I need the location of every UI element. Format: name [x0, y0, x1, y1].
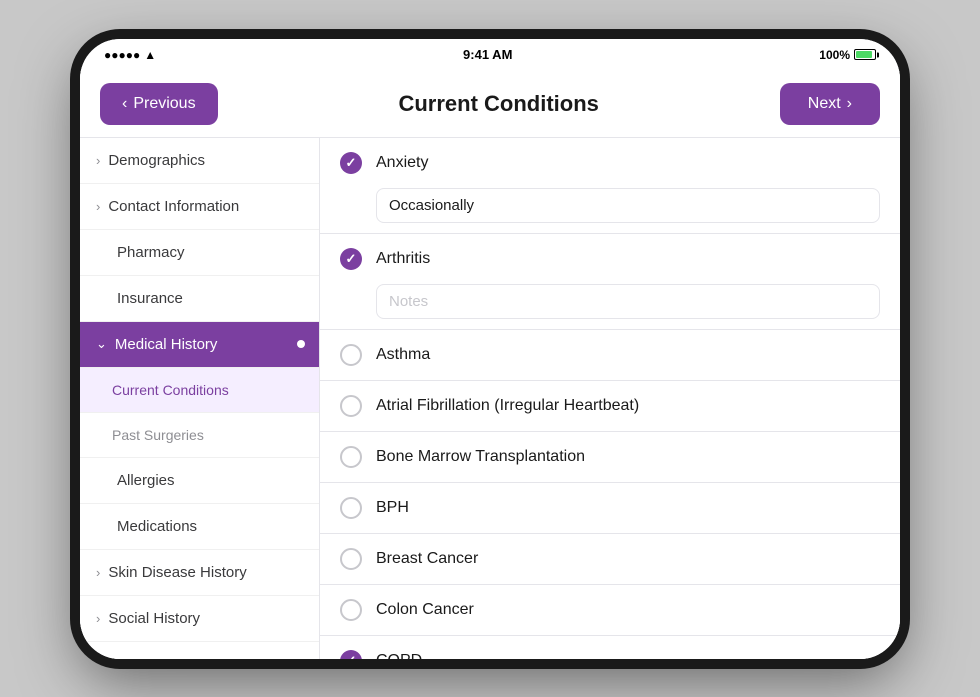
radio-unchecked-atrial-fib[interactable] [340, 395, 362, 417]
sidebar-item-allergies[interactable]: Allergies [80, 458, 319, 504]
condition-row: BPH [320, 483, 900, 533]
main-content: Anxiety Occasionally Arthritis [320, 138, 900, 659]
chevron-icon: › [96, 199, 100, 214]
sidebar: › Demographics › Contact Information Pha… [80, 138, 320, 659]
condition-label: Breast Cancer [376, 550, 478, 568]
condition-item-bone-marrow: Bone Marrow Transplantation [320, 432, 900, 483]
sidebar-item-label: Past Surgeries [112, 427, 204, 443]
condition-row: Colon Cancer [320, 585, 900, 635]
condition-item-copd: COPD [320, 636, 900, 659]
battery-icon [854, 49, 876, 60]
condition-label: Atrial Fibrillation (Irregular Heartbeat… [376, 397, 639, 415]
anxiety-notes-value: Occasionally [376, 188, 880, 223]
condition-label: BPH [376, 499, 409, 517]
content-area: › Demographics › Contact Information Pha… [80, 138, 900, 659]
signal-icon: ●●●●● [104, 48, 140, 62]
sidebar-item-contact-information[interactable]: › Contact Information [80, 184, 319, 230]
condition-row: Breast Cancer [320, 534, 900, 584]
previous-button[interactable]: ‹ Previous [100, 83, 218, 125]
header: ‹ Previous Current Conditions Next › [80, 71, 900, 138]
chevron-down-icon: ⌄ [96, 336, 107, 352]
chevron-left-icon: ‹ [122, 95, 127, 113]
sidebar-item-label: Allergies [117, 472, 175, 489]
sidebar-item-current-conditions[interactable]: Current Conditions [80, 368, 319, 413]
condition-row: Atrial Fibrillation (Irregular Heartbeat… [320, 381, 900, 431]
sidebar-item-skin-disease-history[interactable]: › Skin Disease History [80, 550, 319, 596]
status-time: 9:41 AM [463, 47, 512, 62]
battery-pct-label: 100% [819, 48, 850, 62]
radio-unchecked-breast-cancer[interactable] [340, 548, 362, 570]
sidebar-item-social-history[interactable]: › Social History [80, 596, 319, 642]
sidebar-item-medications[interactable]: Medications [80, 504, 319, 550]
condition-item-atrial-fib: Atrial Fibrillation (Irregular Heartbeat… [320, 381, 900, 432]
next-button[interactable]: Next › [780, 83, 880, 125]
sidebar-item-label: Social History [108, 610, 200, 627]
sidebar-item-label: Demographics [108, 152, 205, 169]
sidebar-item-label: Pharmacy [117, 244, 185, 261]
condition-row: Arthritis [320, 234, 900, 284]
battery-fill [856, 51, 872, 58]
previous-label: Previous [133, 95, 195, 113]
page-title: Current Conditions [398, 91, 598, 117]
radio-checked-copd[interactable] [340, 650, 362, 659]
status-bar: ●●●●● ▲ 9:41 AM 100% [80, 39, 900, 71]
status-battery: 100% [819, 48, 876, 62]
condition-item-colon-cancer: Colon Cancer [320, 585, 900, 636]
chevron-icon: › [96, 565, 100, 580]
condition-label: Bone Marrow Transplantation [376, 448, 585, 466]
arthritis-notes-row [320, 284, 900, 329]
sidebar-item-demographics[interactable]: › Demographics [80, 138, 319, 184]
condition-row: COPD [320, 636, 900, 659]
sidebar-item-label: Medical History [115, 336, 218, 353]
radio-checked-arthritis[interactable] [340, 248, 362, 270]
active-indicator [297, 340, 305, 348]
sidebar-item-label: Contact Information [108, 198, 239, 215]
radio-unchecked-colon-cancer[interactable] [340, 599, 362, 621]
wifi-icon: ▲ [144, 48, 156, 62]
device-frame: ●●●●● ▲ 9:41 AM 100% ‹ Previous Current … [80, 39, 900, 659]
condition-label: Arthritis [376, 250, 430, 268]
sidebar-item-label: Medications [117, 518, 197, 535]
app-container: ‹ Previous Current Conditions Next › › D… [80, 71, 900, 659]
radio-unchecked-asthma[interactable] [340, 344, 362, 366]
status-signal: ●●●●● ▲ [104, 48, 156, 62]
radio-checked-anxiety[interactable] [340, 152, 362, 174]
sidebar-item-label: Current Conditions [112, 382, 229, 398]
condition-row: Anxiety [320, 138, 900, 188]
chevron-icon: › [96, 611, 100, 626]
sidebar-item-label: Insurance [117, 290, 183, 307]
condition-item-breast-cancer: Breast Cancer [320, 534, 900, 585]
condition-row: Bone Marrow Transplantation [320, 432, 900, 482]
sidebar-item-past-surgeries[interactable]: Past Surgeries [80, 413, 319, 458]
radio-unchecked-bph[interactable] [340, 497, 362, 519]
radio-unchecked-bone-marrow[interactable] [340, 446, 362, 468]
condition-label: Colon Cancer [376, 601, 474, 619]
chevron-icon: › [96, 153, 100, 168]
condition-label: Anxiety [376, 154, 428, 172]
sidebar-item-pharmacy[interactable]: Pharmacy [80, 230, 319, 276]
sidebar-item-label: Skin Disease History [108, 564, 246, 581]
anxiety-notes-row: Occasionally [320, 188, 900, 233]
arthritis-notes-input[interactable] [376, 284, 880, 319]
next-label: Next [808, 95, 841, 113]
condition-label: Asthma [376, 346, 430, 364]
sidebar-item-medical-history[interactable]: ⌄ Medical History [80, 322, 319, 368]
condition-item-bph: BPH [320, 483, 900, 534]
sidebar-item-insurance[interactable]: Insurance [80, 276, 319, 322]
condition-item-arthritis: Arthritis [320, 234, 900, 330]
condition-item-anxiety: Anxiety Occasionally [320, 138, 900, 234]
chevron-right-icon: › [847, 95, 852, 113]
condition-label: COPD [376, 652, 422, 659]
condition-row: Asthma [320, 330, 900, 380]
condition-item-asthma: Asthma [320, 330, 900, 381]
